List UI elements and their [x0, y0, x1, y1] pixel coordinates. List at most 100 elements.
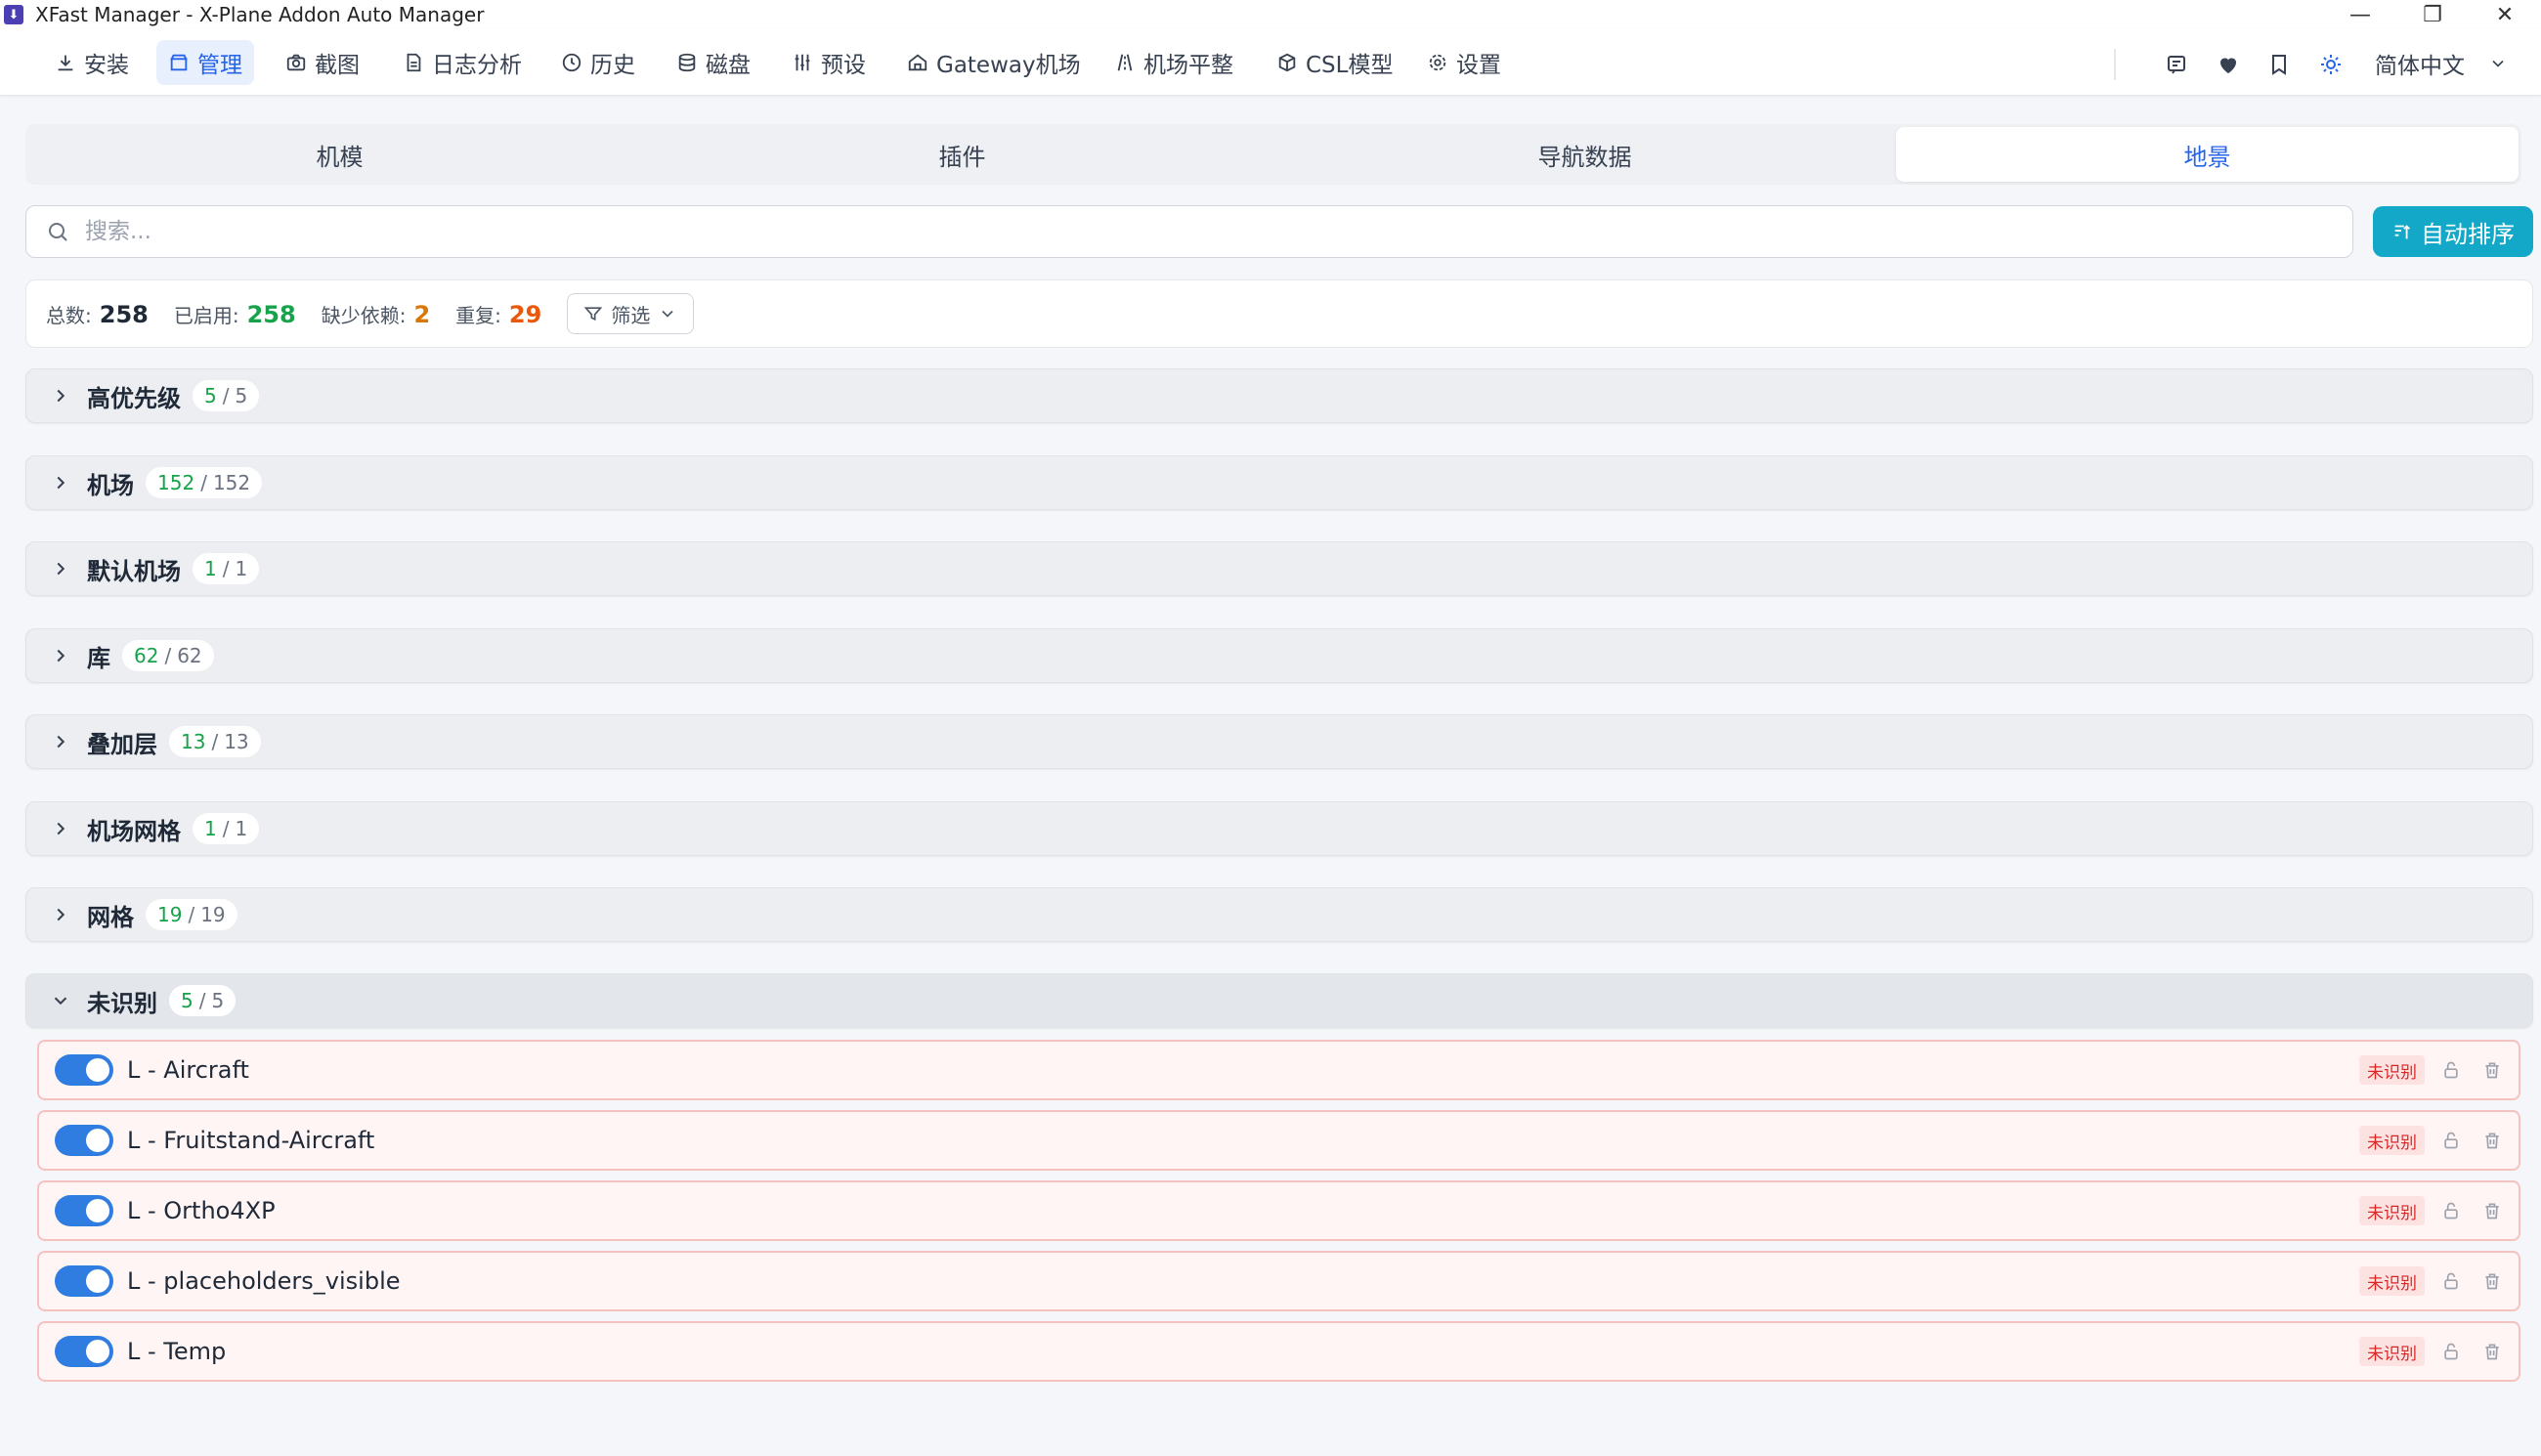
tab-scenery[interactable]: 地景	[1896, 127, 2519, 182]
tab-aircraft[interactable]: 机模	[28, 127, 651, 182]
sort-icon	[2394, 225, 2410, 239]
nav-install[interactable]: 安装	[43, 40, 141, 85]
nav-manage[interactable]: 管理	[156, 40, 254, 85]
search-input[interactable]	[85, 219, 2040, 244]
tab-plugins[interactable]: 插件	[651, 127, 1273, 182]
group-airports[interactable]: 机场 152/152	[25, 455, 2533, 510]
group-count-sep: /	[198, 989, 206, 1012]
delete-button[interactable]	[2477, 1055, 2507, 1085]
enable-toggle[interactable]	[55, 1265, 113, 1297]
language-select[interactable]: 简体中文	[2375, 44, 2508, 83]
enable-toggle[interactable]	[55, 1195, 113, 1226]
nav-history[interactable]: 历史	[549, 40, 647, 85]
toggle-knob	[86, 1129, 109, 1152]
group-default-airports[interactable]: 默认机场 1/1	[25, 541, 2533, 596]
chevron-right-icon	[57, 389, 65, 403]
nav-presets[interactable]: 预设	[780, 40, 878, 85]
status-badge: 未识别	[2359, 1126, 2425, 1155]
enable-toggle[interactable]	[55, 1125, 113, 1156]
language-label: 简体中文	[2375, 54, 2465, 79]
lock-button[interactable]	[2436, 1337, 2466, 1366]
list-item: L - Ortho4XP 未识别	[37, 1180, 2520, 1241]
item-actions: 未识别	[2359, 1042, 2507, 1098]
group-total-count: 13	[224, 730, 249, 753]
tab-navdata[interactable]: 导航数据	[1273, 127, 1896, 182]
theme-toggle-button[interactable]	[2314, 48, 2347, 81]
group-count-sep: /	[222, 557, 230, 580]
enable-toggle[interactable]	[55, 1336, 113, 1367]
stat-enabled: 已启用: 258	[174, 300, 296, 328]
item-name: L - placeholders_visible	[127, 1267, 401, 1295]
group-libraries[interactable]: 库 62/62	[25, 628, 2533, 683]
enable-toggle[interactable]	[55, 1054, 113, 1086]
nav-gateway[interactable]: Gateway机场	[895, 40, 1093, 85]
group-enabled-count: 19	[157, 903, 183, 926]
nav-settings[interactable]: 设置	[1415, 40, 1513, 85]
trash-icon	[2485, 1273, 2499, 1290]
message-button[interactable]	[2160, 48, 2193, 81]
stat-dup-label: 重复:	[455, 303, 501, 327]
list-item: L - placeholders_visible 未识别	[37, 1251, 2520, 1311]
box-icon	[170, 54, 188, 71]
close-button[interactable]: ✕	[2469, 0, 2541, 29]
title-bar: ⬇ XFast Manager - X-Plane Addon Auto Man…	[0, 0, 2541, 29]
lock-button[interactable]	[2436, 1055, 2466, 1085]
category-tabs: 机模 插件 导航数据 地景	[25, 124, 2521, 185]
auto-sort-button[interactable]: 自动排序	[2373, 206, 2533, 257]
group-unrecognized[interactable]: 未识别 5/5	[25, 973, 2533, 1028]
nav-disk[interactable]: 磁盘	[665, 40, 762, 85]
lock-button[interactable]	[2436, 1266, 2466, 1296]
stat-total: 总数: 258	[46, 300, 149, 328]
lock-button[interactable]	[2436, 1196, 2466, 1225]
chevron-right-icon	[57, 562, 65, 576]
stat-dup-value: 29	[508, 300, 542, 328]
lock-button[interactable]	[2436, 1126, 2466, 1155]
database-icon	[678, 53, 696, 72]
nav-csl[interactable]: CSL模型	[1265, 40, 1404, 85]
group-airport-mesh[interactable]: 机场网格 1/1	[25, 801, 2533, 856]
group-count: 19/19	[146, 899, 237, 930]
stat-missing-deps: 缺少依赖: 2	[322, 300, 430, 328]
group-enabled-count: 62	[134, 644, 159, 667]
home-icon	[908, 54, 927, 71]
delete-button[interactable]	[2477, 1337, 2507, 1366]
nav-manage-label: 管理	[197, 53, 242, 78]
group-count-sep: /	[200, 471, 207, 494]
nav-airport-flatten[interactable]: 机场平整	[1102, 40, 1245, 85]
package-icon	[1278, 53, 1296, 72]
camera-icon	[286, 54, 306, 71]
delete-button[interactable]	[2477, 1126, 2507, 1155]
nav-disk-label: 磁盘	[706, 53, 751, 78]
favorite-button[interactable]	[2212, 48, 2245, 81]
bookmark-button[interactable]	[2262, 48, 2296, 81]
group-count: 1/1	[193, 553, 260, 584]
group-name: 网格	[87, 903, 134, 931]
window-title: XFast Manager - X-Plane Addon Auto Manag…	[35, 3, 485, 26]
stat-enabled-label: 已启用:	[173, 303, 239, 327]
group-total-count: 152	[212, 471, 251, 494]
nav-log-analysis[interactable]: 日志分析	[391, 40, 534, 85]
delete-button[interactable]	[2477, 1196, 2507, 1225]
app-logo-icon: ⬇	[4, 5, 23, 24]
unlock-icon	[2444, 1272, 2458, 1290]
delete-button[interactable]	[2477, 1266, 2507, 1296]
group-high-priority[interactable]: 高优先级 5/5	[25, 368, 2533, 423]
toggle-knob	[86, 1269, 109, 1293]
minimize-button[interactable]: —	[2324, 0, 2396, 29]
group-mesh[interactable]: 网格 19/19	[25, 887, 2533, 942]
group-overlays[interactable]: 叠加层 13/13	[25, 714, 2533, 769]
filter-dropdown[interactable]: 筛选	[567, 293, 695, 334]
group-count-sep: /	[222, 817, 230, 840]
window-controls: — ❐ ✕	[2324, 0, 2541, 29]
group-enabled-count: 5	[204, 384, 217, 407]
item-actions: 未识别	[2359, 1253, 2507, 1309]
chevron-down-icon	[2492, 60, 2504, 67]
nav-screenshot-label: 截图	[315, 53, 360, 78]
nav-screenshot[interactable]: 截图	[274, 40, 371, 85]
chevron-right-icon	[57, 735, 65, 749]
group-count-sep: /	[164, 644, 172, 667]
group-total-count: 19	[200, 903, 226, 926]
chevron-down-icon	[54, 997, 67, 1006]
unlock-icon	[2444, 1343, 2458, 1360]
maximize-button[interactable]: ❐	[2396, 0, 2469, 29]
